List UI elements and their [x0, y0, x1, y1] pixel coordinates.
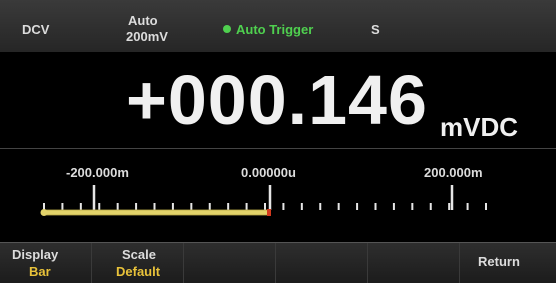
- softkey-4-empty[interactable]: [276, 243, 368, 283]
- scale-softkey-label: Scale: [122, 247, 156, 262]
- speed-indicator: S: [371, 22, 380, 37]
- bar-start-cap: [40, 209, 48, 216]
- multimeter-screen: DCV Auto 200mV Auto Trigger S +000.146 m…: [0, 0, 556, 283]
- measurement-unit: mVDC: [440, 112, 519, 142]
- softkey-bar: Display Bar Scale Default Return: [0, 242, 556, 283]
- bar-scale-svg: [40, 185, 487, 216]
- range-mode: Auto: [128, 13, 158, 28]
- measurement-value: +000.146: [126, 61, 428, 139]
- softkey-3-empty[interactable]: [184, 243, 276, 283]
- status-bar: DCV Auto 200mV Auto Trigger S: [0, 0, 556, 53]
- bar-end-marker: [267, 209, 271, 216]
- trigger-label: Auto Trigger: [236, 22, 314, 37]
- display-softkey-label: Display: [12, 247, 59, 262]
- return-softkey-label: Return: [478, 254, 520, 269]
- scale-softkey-value: Default: [116, 264, 161, 279]
- return-softkey[interactable]: Return: [460, 243, 556, 283]
- bar-fill: [43, 209, 271, 216]
- trigger-dot-icon: [223, 25, 231, 33]
- range-value: 200mV: [126, 29, 168, 44]
- bar-graph: -200.000m 0.00000u 200.000m: [0, 149, 556, 241]
- softkey-5-empty[interactable]: [368, 243, 460, 283]
- display-softkey[interactable]: Display Bar: [0, 243, 92, 283]
- function-indicator: DCV: [22, 22, 50, 37]
- display-softkey-value: Bar: [29, 264, 51, 279]
- trigger-status: Auto Trigger: [223, 22, 313, 37]
- scale-softkey[interactable]: Scale Default: [92, 243, 184, 283]
- reading-area: +000.146 mVDC: [0, 52, 556, 147]
